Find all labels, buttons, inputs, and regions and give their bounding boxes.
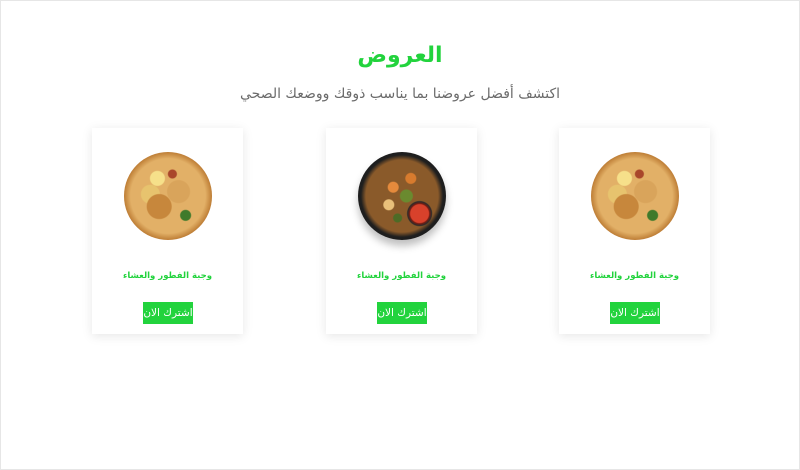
subscribe-button[interactable]: اشترك الان	[143, 302, 193, 324]
biryani-dish-image	[124, 152, 212, 240]
offer-card-title: وجبة الفطور والعشاء	[356, 271, 447, 281]
subscribe-button[interactable]: اشترك الان	[610, 302, 660, 324]
vegetable-bowl-image	[358, 152, 446, 240]
offer-card-title: وجبة الفطور والعشاء	[122, 271, 213, 281]
section-subtitle: اكتشف أفضل عروضنا بما يناسب ذوقك ووضعك ا…	[239, 86, 561, 102]
offer-card: وجبة الفطور والعشاء اشترك الان	[559, 128, 710, 334]
subscribe-button[interactable]: اشترك الان	[377, 302, 427, 324]
offer-card-title: وجبة الفطور والعشاء	[589, 271, 680, 281]
offer-card: وجبة الفطور والعشاء اشترك الان	[92, 128, 243, 334]
offer-card: وجبة الفطور والعشاء اشترك الان	[326, 128, 477, 334]
section-title: العروض	[357, 43, 443, 68]
offers-list: وجبة الفطور والعشاء اشترك الان وجبة الفط…	[1, 128, 799, 338]
biryani-dish-image	[591, 152, 679, 240]
